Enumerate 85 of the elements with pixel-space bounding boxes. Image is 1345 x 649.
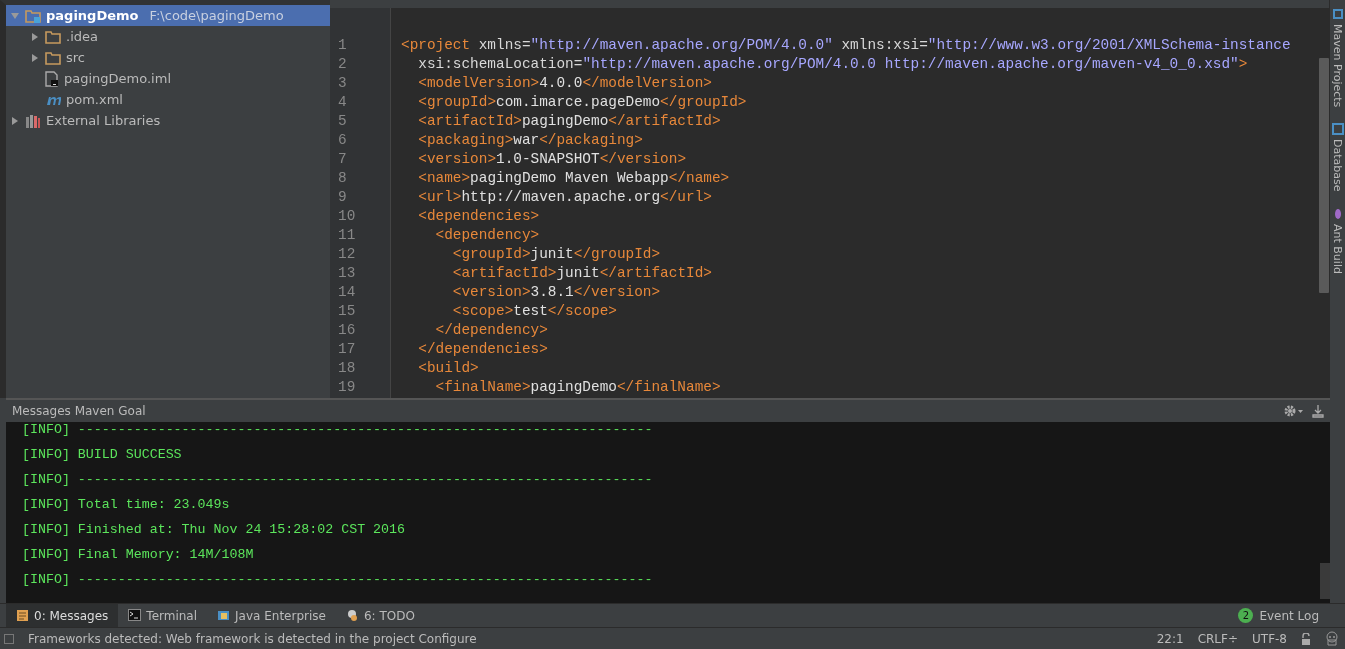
status-message[interactable]: Frameworks detected: Web framework is detected in the project Configure	[28, 631, 1143, 646]
line-number: 5	[337, 113, 348, 131]
code-line: <name>pagingDemo Maven Webapp</name>	[417, 170, 731, 188]
code-line: <scope>test</scope>	[451, 303, 618, 321]
messages-icon	[16, 609, 29, 622]
tool-window-button[interactable]: Maven Projects	[1331, 8, 1344, 108]
line-number: 12	[337, 246, 357, 264]
line-number: 9	[337, 189, 348, 207]
caret-position[interactable]: 22:1	[1156, 631, 1184, 646]
tree-item-label: pom.xml	[66, 92, 123, 107]
tree-item[interactable]: pagingDemo F:\code\pagingDemo	[6, 5, 330, 26]
code-line: </dependency>	[434, 322, 549, 340]
module-path: F:\code\pagingDemo	[149, 8, 284, 23]
line-number: 15	[337, 303, 357, 321]
line-number: 2	[337, 56, 348, 74]
line-number: 17	[337, 341, 357, 359]
line-separator-selector[interactable]: CRLF÷	[1197, 631, 1238, 646]
tool-window-tab[interactable]: Terminal	[118, 604, 208, 627]
code-line: xsi:schemaLocation="http://maven.apache.org/POM/4.0.0 http://maven.apache.org/maven-v4_0_0.xsd">	[417, 56, 1249, 74]
file-icon	[45, 70, 59, 87]
console-line: [INFO] Total time: 23.049s	[22, 497, 231, 514]
code-line: <dependency>	[434, 227, 541, 245]
line-number: 3	[337, 75, 348, 93]
code-line: </dependencies>	[417, 341, 549, 359]
line-number: 13	[337, 265, 357, 283]
line-number: 11	[337, 227, 357, 245]
tree-item-label: pagingDemo.iml	[64, 71, 171, 86]
line-number: 1	[337, 37, 348, 55]
line-number: 8	[337, 170, 348, 188]
line-number: 4	[337, 94, 348, 112]
console-line: [INFO] ------------------------------------------------------------------------	[22, 472, 654, 489]
code-line: <artifactId>pagingDemo</artifactId>	[417, 113, 722, 131]
code-line: <artifactId>junit</artifactId>	[451, 265, 713, 283]
tool-window-button[interactable]: Ant Build	[1331, 207, 1344, 274]
tool-windows-toggle-icon[interactable]	[4, 633, 14, 644]
code-line: <project xmlns="http://maven.apache.org/POM/4.0.0" xmlns:xsi="http://www.w3.org/2001/XMLSchema-instance	[401, 37, 1292, 55]
line-number: 16	[337, 322, 357, 340]
terminal-icon	[128, 609, 142, 622]
code-line: <groupId>com.imarce.pageDemo</groupId>	[417, 94, 748, 112]
tool-window-tab[interactable]: Java Enterprise	[207, 604, 336, 627]
tool-window-tab[interactable]: 6: TODO	[335, 604, 425, 627]
line-number: 10	[337, 208, 357, 226]
line-number: 6	[337, 132, 348, 150]
code-line: <groupId>junit</groupId>	[451, 246, 662, 264]
console-line: [INFO] ------------------------------------------------------------------------	[22, 572, 654, 589]
tree-item[interactable]: .idea	[6, 26, 330, 47]
hide-panel-icon[interactable]	[1312, 404, 1324, 418]
tree-item-label: pagingDemo	[46, 8, 139, 23]
tool-window-tab[interactable]: 0: Messages	[6, 604, 119, 627]
console-line: [INFO] Finished at: Thu Nov 24 15:28:02 CST 2016	[22, 522, 406, 539]
line-number: 7	[337, 151, 348, 169]
code-line: <url>http://maven.apache.org</url>	[417, 189, 713, 207]
panel-title: Messages Maven Goal	[12, 404, 147, 418]
tree-item-label: .idea	[66, 29, 98, 44]
folder-icon	[45, 50, 61, 65]
settings-icon[interactable]	[1284, 405, 1304, 417]
line-number: 18	[337, 360, 357, 378]
console-line: [INFO] BUILD SUCCESS	[22, 447, 183, 464]
console-line: [INFO] ------------------------------------------------------------------------	[22, 422, 654, 439]
scrollbar-thumb[interactable]	[1320, 563, 1330, 599]
notification-count: 2	[1238, 608, 1254, 623]
lock-icon[interactable]	[1301, 632, 1311, 645]
tree-item[interactable]: src	[6, 47, 330, 68]
tree-item[interactable]: pom.xml	[6, 89, 330, 110]
tool-window-button[interactable]: Database	[1331, 123, 1344, 192]
code-line: <finalName>pagingDemo</finalName>	[434, 379, 722, 397]
event-log-button[interactable]: 2 Event Log	[1238, 608, 1345, 623]
console-line: [INFO] Final Memory: 14M/108M	[22, 547, 255, 564]
tree-item-label: External Libraries	[46, 113, 161, 128]
tree-item-label: src	[66, 50, 85, 65]
folder-icon	[25, 8, 41, 23]
code-line: <build>	[417, 360, 480, 378]
line-number: 14	[337, 284, 357, 302]
code-line: <packaging>war</packaging>	[417, 132, 644, 150]
encoding-selector[interactable]: UTF-8	[1252, 631, 1287, 646]
tree-item[interactable]: External Libraries	[6, 110, 330, 131]
code-line: <dependencies>	[417, 208, 541, 226]
scrollbar-thumb[interactable]	[1319, 58, 1329, 293]
code-line: <version>1.0-SNAPSHOT</version>	[417, 151, 688, 169]
folder-icon	[45, 29, 61, 44]
code-line: <modelVersion>4.0.0</modelVersion>	[417, 75, 713, 93]
library-icon	[25, 113, 41, 128]
code-line: <version>3.8.1</version>	[451, 284, 662, 302]
line-number: 19	[337, 379, 357, 397]
tree-item[interactable]: pagingDemo.iml	[6, 68, 330, 89]
